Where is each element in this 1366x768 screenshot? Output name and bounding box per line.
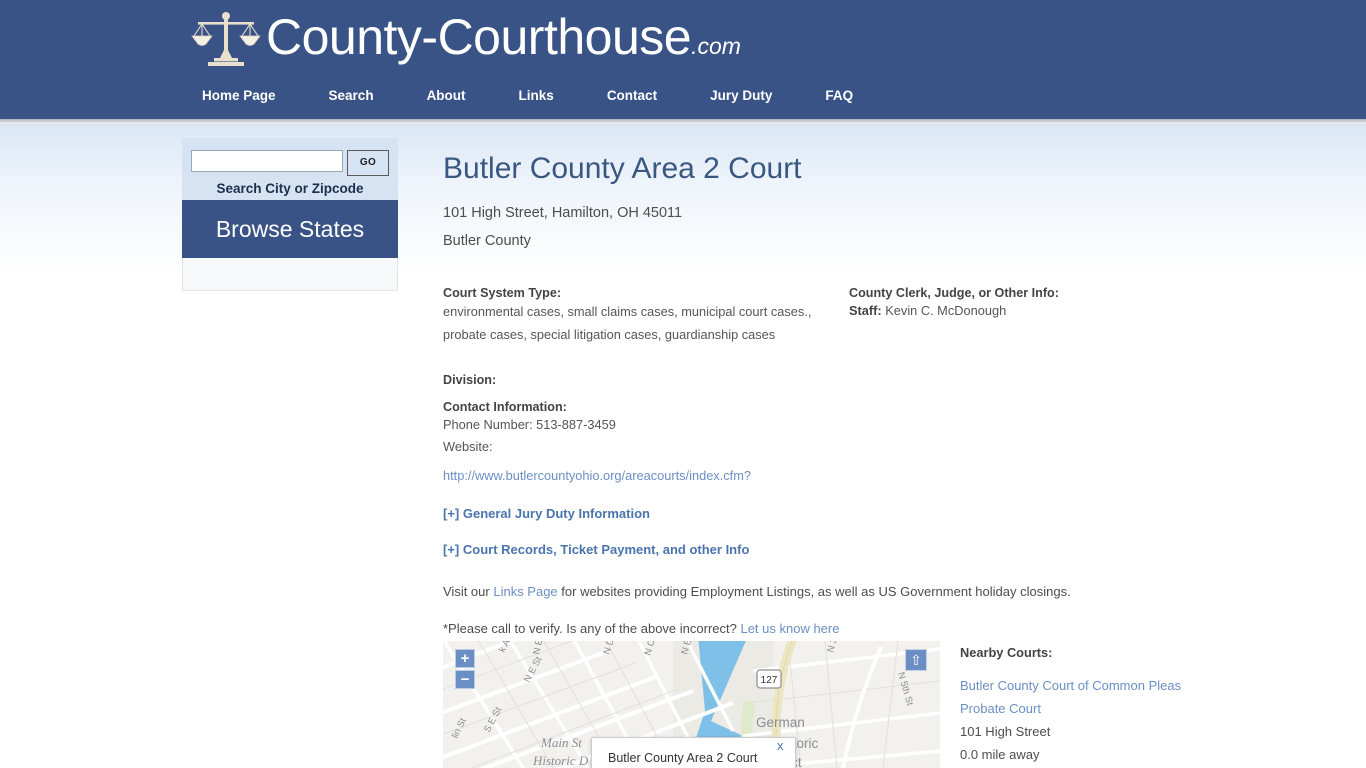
main-content: Butler County Area 2 Court 101 High Stre… xyxy=(443,130,1203,636)
svg-text:Historic D: Historic D xyxy=(532,753,589,768)
nav-item-about[interactable]: About xyxy=(427,88,466,103)
staff-name: Kevin C. McDonough xyxy=(885,303,1007,318)
search-input[interactable] xyxy=(191,150,343,172)
staff-label: Staff: xyxy=(849,303,882,318)
brand-tld: .com xyxy=(691,32,741,59)
browse-states-button[interactable]: Browse States xyxy=(182,200,398,258)
nearby-courts-panel: Nearby Courts: Butler County Court of Co… xyxy=(960,645,1280,766)
nearby-courts-title: Nearby Courts: xyxy=(960,645,1053,660)
court-system-type-value: environmental cases, small claims cases,… xyxy=(443,304,812,342)
sidebar: GO Search City or Zipcode Browse States xyxy=(182,138,398,291)
map-zoom-controls: + − xyxy=(455,649,475,689)
expand-jury-duty-link[interactable]: [+] General Jury Duty Information xyxy=(443,506,843,521)
svg-text:Main St: Main St xyxy=(540,735,582,750)
search-row: GO xyxy=(191,150,389,176)
expand-court-records-link[interactable]: [+] Court Records, Ticket Payment, and o… xyxy=(443,542,843,557)
nearby-court-distance: 0.0 mile away xyxy=(960,747,1040,762)
division-label: Division: xyxy=(443,373,497,387)
nearby-court-link-line1[interactable]: Butler County Court of Common Pleas xyxy=(960,674,1280,697)
map-zoom-in-button[interactable]: + xyxy=(455,649,475,668)
links-page-link[interactable]: Links Page xyxy=(493,584,557,599)
svg-text:German: German xyxy=(756,715,805,730)
brand-name: County-Courthouse xyxy=(266,8,692,65)
court-county: Butler County xyxy=(443,233,531,249)
court-system-type-label: Court System Type: xyxy=(443,286,562,300)
map-infowindow-title: Butler County Area 2 Court xyxy=(608,751,758,765)
verify-note: *Please call to verify. Is any of the ab… xyxy=(443,621,1083,636)
route-shield-127: 127 xyxy=(756,669,782,689)
nav-item-links[interactable]: Links xyxy=(519,88,554,103)
info-column-right: County Clerk, Judge, or Other Info: Staf… xyxy=(849,286,1189,318)
website-url-link[interactable]: http://www.butlercountyohio.org/areacour… xyxy=(443,468,751,483)
links-page-note: Visit our Links Page for websites provid… xyxy=(443,584,1083,599)
verify-text: *Please call to verify. Is any of the ab… xyxy=(443,621,741,636)
court-address: 101 High Street, Hamilton, OH 45011 xyxy=(443,205,683,221)
location-map[interactable]: 127 k Ave N E St N E St N D St N C St N … xyxy=(443,641,940,768)
map-zoom-out-button[interactable]: − xyxy=(455,670,475,689)
nav-item-faq[interactable]: FAQ xyxy=(825,88,853,103)
nearby-court-link-line2[interactable]: Probate Court xyxy=(960,697,1280,720)
nav-item-jury-duty[interactable]: Jury Duty xyxy=(710,88,772,103)
map-infowindow-close-icon[interactable]: x xyxy=(777,738,784,753)
svg-text:127: 127 xyxy=(761,675,778,686)
note-suffix: for websites providing Employment Listin… xyxy=(557,584,1071,599)
page-title: Butler County Area 2 Court xyxy=(443,152,802,185)
search-caption: Search City or Zipcode xyxy=(216,181,364,196)
phone-number: Phone Number: 513-887-3459 xyxy=(443,417,616,432)
brand-title: County-Courthouse.com xyxy=(266,12,741,71)
staff-info: Staff: Kevin C. McDonough xyxy=(849,303,1189,318)
contact-information-block: Contact Information: Phone Number: 513-8… xyxy=(443,400,843,485)
search-panel: GO Search City or Zipcode xyxy=(182,138,398,200)
note-prefix: Visit our xyxy=(443,584,494,599)
info-columns: Court System Type: environmental cases, … xyxy=(443,286,1203,636)
main-navigation: Home Page Search About Links Contact Jur… xyxy=(202,88,853,103)
sidebar-lower-panel xyxy=(182,258,398,291)
info-column-left: Court System Type: environmental cases, … xyxy=(443,286,1071,636)
nearby-court-item: Butler County Court of Common Pleas Prob… xyxy=(960,674,1280,766)
nav-item-contact[interactable]: Contact xyxy=(607,88,657,103)
header-shadow xyxy=(0,119,1366,125)
clerk-info-label: County Clerk, Judge, or Other Info: xyxy=(849,286,1059,300)
site-logo[interactable]: County-Courthouse.com xyxy=(190,6,741,76)
header-inner: County-Courthouse.com Home Page Search A… xyxy=(190,0,1190,119)
nearby-court-address: 101 High Street xyxy=(960,724,1051,739)
north-arrow-icon[interactable]: ⇧ xyxy=(905,649,927,671)
scales-of-justice-icon xyxy=(191,12,261,66)
website-label: Website: xyxy=(443,439,493,454)
let-us-know-link[interactable]: Let us know here xyxy=(740,621,839,636)
go-button[interactable]: GO xyxy=(347,150,389,176)
site-header: County-Courthouse.com Home Page Search A… xyxy=(0,0,1366,119)
contact-information-label: Contact Information: xyxy=(443,400,567,414)
nav-item-search[interactable]: Search xyxy=(329,88,374,103)
map-infowindow: Butler County Area 2 Court xyxy=(591,737,796,768)
nav-item-home-page[interactable]: Home Page xyxy=(202,88,276,103)
